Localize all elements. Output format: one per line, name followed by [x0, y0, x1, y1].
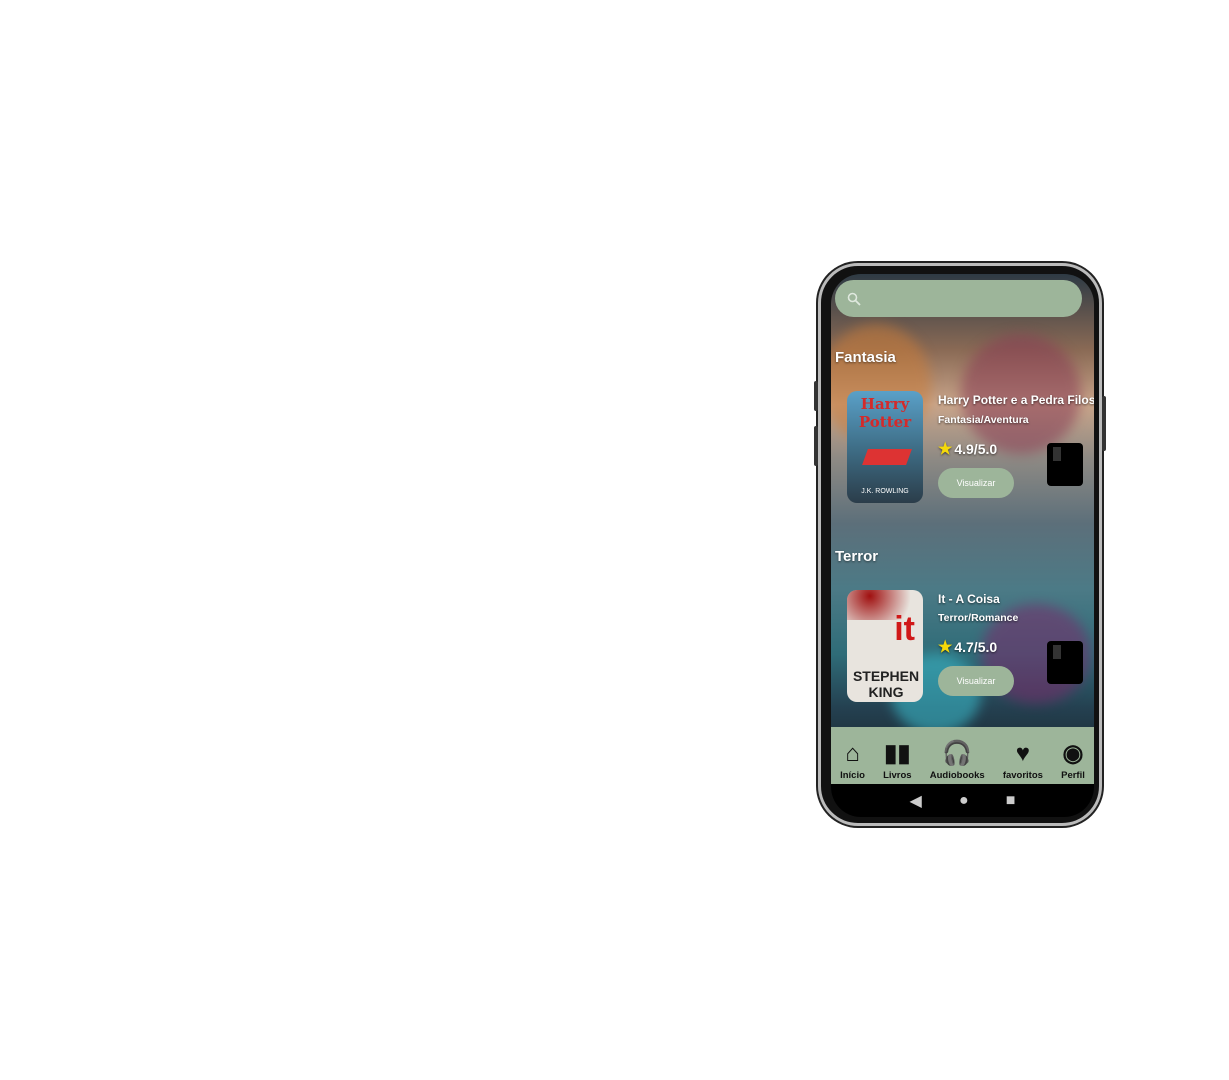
home-icon: ⌂	[845, 740, 860, 767]
book-cover[interactable]: it STEPHEN KING	[847, 590, 923, 702]
book-title: It - A Coisa	[938, 592, 1000, 606]
book-cover[interactable]: Harry Potter J.K. ROWLING	[847, 391, 923, 503]
star-icon: ★	[938, 441, 953, 458]
bottom-nav: ⌂ Início ▮▮ Livros 🎧 Audiobooks ♥ favoritos …	[831, 727, 1094, 784]
bookmark-icon[interactable]	[1047, 443, 1083, 486]
nav-livros[interactable]: ▮▮ Livros	[883, 740, 912, 781]
power-button	[1102, 396, 1106, 451]
heart-icon: ♥	[1015, 740, 1030, 767]
search-icon	[847, 292, 861, 306]
side-button	[814, 426, 818, 466]
profile-icon: ◉	[1062, 740, 1084, 767]
category-heading: Fantasia	[835, 349, 896, 366]
nav-audiobooks[interactable]: 🎧 Audiobooks	[930, 740, 985, 781]
book-icon: ▮▮	[884, 740, 911, 767]
bookmark-icon[interactable]	[1047, 641, 1083, 684]
book-title: Harry Potter e a Pedra Filos	[938, 393, 1094, 407]
book-genre: Fantasia/Aventura	[938, 414, 1029, 426]
search-input[interactable]	[835, 280, 1082, 317]
cover-art	[862, 449, 912, 465]
nav-inicio[interactable]: ⌂ Início	[840, 740, 865, 781]
view-button[interactable]: Visualizar	[938, 666, 1014, 696]
book-rating: ★ 4.9/5.0	[938, 441, 998, 458]
back-icon[interactable]: ◀	[910, 791, 922, 811]
category-heading: Terror	[835, 548, 879, 565]
nav-perfil[interactable]: ◉ Perfil	[1061, 740, 1085, 781]
side-button	[814, 381, 818, 411]
book-genre: Terror/Romance	[938, 612, 1019, 624]
home-button-icon[interactable]: ●	[959, 792, 969, 810]
app-screen: Fantasia Harry Potter J.K. ROWLING Harry…	[831, 274, 1094, 817]
view-button[interactable]: Visualizar	[938, 468, 1014, 498]
star-icon: ★	[938, 639, 953, 656]
nav-favoritos[interactable]: ♥ favoritos	[1003, 740, 1043, 781]
headphones-icon: 🎧	[942, 740, 973, 767]
system-nav-bar: ◀ ● ■	[831, 784, 1094, 817]
book-rating: ★ 4.7/5.0	[938, 639, 998, 656]
phone-frame: Fantasia Harry Potter J.K. ROWLING Harry…	[814, 263, 1106, 826]
recents-icon[interactable]: ■	[1006, 792, 1016, 810]
